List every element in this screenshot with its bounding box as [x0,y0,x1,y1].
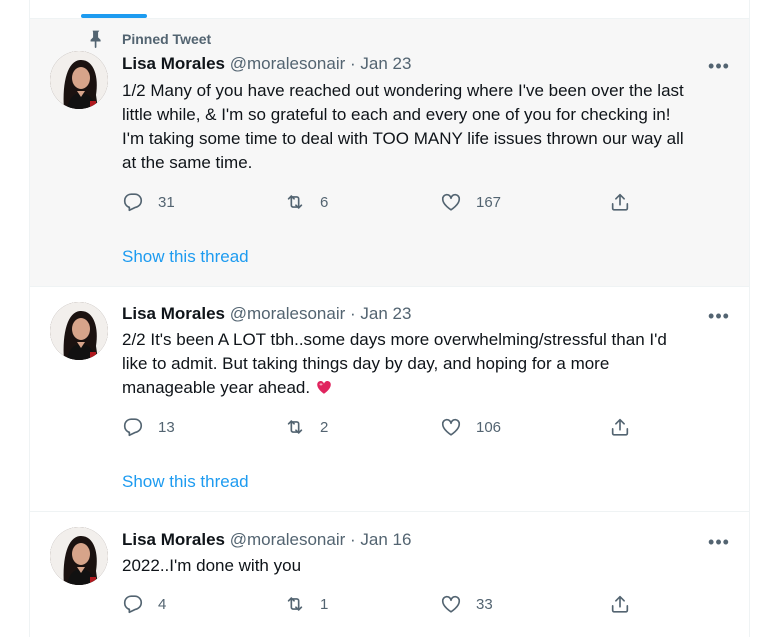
tweet-pinned[interactable]: Pinned Tweet Lisa Morales @moralesonair … [30,19,749,287]
retweet-count: 6 [320,193,329,211]
author-name[interactable]: Lisa Morales [122,304,225,323]
tweet-text-line: 1/2 Many of you have reached out wonderi… [122,81,684,100]
tweet-actions: 31 6 167 [122,190,642,214]
author-handle[interactable]: @moralesonair [230,530,346,549]
tweet-text: 1/2 Many of you have reached out wonderi… [122,79,732,175]
tweet[interactable]: Lisa Morales @moralesonair · Jan 23 ••• … [30,287,749,512]
retweet-icon [284,416,306,438]
author-name[interactable]: Lisa Morales [122,530,225,549]
tweet[interactable]: Lisa Morales @moralesonair · Jan 16 ••• … [30,512,749,637]
reply-button[interactable]: 13 [122,415,175,439]
retweet-icon [284,593,306,615]
retweet-icon [284,191,306,213]
reply-icon [122,593,144,615]
tweet-text-segment: manageable year ahead. [122,378,311,397]
author-handle[interactable]: @moralesonair [230,54,346,73]
like-button[interactable]: 167 [440,190,501,214]
tweet-header: Lisa Morales @moralesonair · Jan 23 [122,304,411,324]
show-thread-link[interactable]: Show this thread [122,472,249,492]
tweet-text-line: I'm taking some time to deal with TOO MA… [122,129,684,148]
retweet-count: 2 [320,418,329,436]
tweet-text: 2022..I'm done with you [122,554,732,578]
tweet-text: 2/2 It's been A LOT tbh..some days more … [122,328,732,400]
like-count: 167 [476,193,502,211]
retweet-button[interactable]: 1 [284,592,328,616]
reply-count: 31 [158,193,175,211]
avatar[interactable] [50,51,108,109]
retweet-count: 1 [320,595,329,613]
heart-emoji-icon [317,380,331,394]
tweet-text-line: 2/2 It's been A LOT tbh..some days more … [122,330,667,349]
tweet-actions: 13 2 106 [122,415,642,439]
tweet-text-line: at the same time. [122,153,253,172]
separator-dot: · [350,304,356,323]
tweet-header: Lisa Morales @moralesonair · Jan 23 [122,54,411,74]
reply-count: 4 [158,595,167,613]
share-button[interactable] [609,592,645,616]
avatar[interactable] [50,302,108,360]
reply-icon [122,416,144,438]
share-button[interactable] [609,415,645,439]
author-name[interactable]: Lisa Morales [122,54,225,73]
share-icon [609,191,631,213]
separator-dot: · [350,530,356,549]
avatar[interactable] [50,527,108,585]
tweet-text-line: 2022..I'm done with you [122,556,302,575]
like-button[interactable]: 106 [440,415,501,439]
tweet-date[interactable]: Jan 16 [360,530,411,549]
tweet-date[interactable]: Jan 23 [360,304,411,323]
like-icon [440,593,462,615]
tweet-actions: 4 1 33 [122,592,642,616]
pin-icon [90,30,101,49]
reply-button[interactable]: 4 [122,592,166,616]
show-thread-link[interactable]: Show this thread [122,247,249,267]
like-button[interactable]: 33 [440,592,493,616]
share-icon [609,416,631,438]
like-icon [440,191,462,213]
retweet-button[interactable]: 6 [284,190,328,214]
like-icon [440,416,462,438]
share-icon [609,593,631,615]
tweet-header: Lisa Morales @moralesonair · Jan 16 [122,530,411,550]
timeline-column: Pinned Tweet Lisa Morales @moralesonair … [29,0,750,637]
retweet-button[interactable]: 2 [284,415,328,439]
tweet-text-line: little while, & I'm so grateful to each … [122,105,671,124]
author-handle[interactable]: @moralesonair [230,304,346,323]
tweet-text-line: like to admit. But taking things day by … [122,354,610,373]
pinned-label: Pinned Tweet [122,31,212,47]
tweet-text-line: manageable year ahead. [122,376,732,400]
reply-icon [122,191,144,213]
separator-dot: · [350,54,356,73]
tweet-date[interactable]: Jan 23 [360,54,411,73]
reply-button[interactable]: 31 [122,190,175,214]
share-button[interactable] [609,190,645,214]
like-count: 33 [476,595,493,613]
like-count: 106 [476,418,502,436]
reply-count: 13 [158,418,175,436]
